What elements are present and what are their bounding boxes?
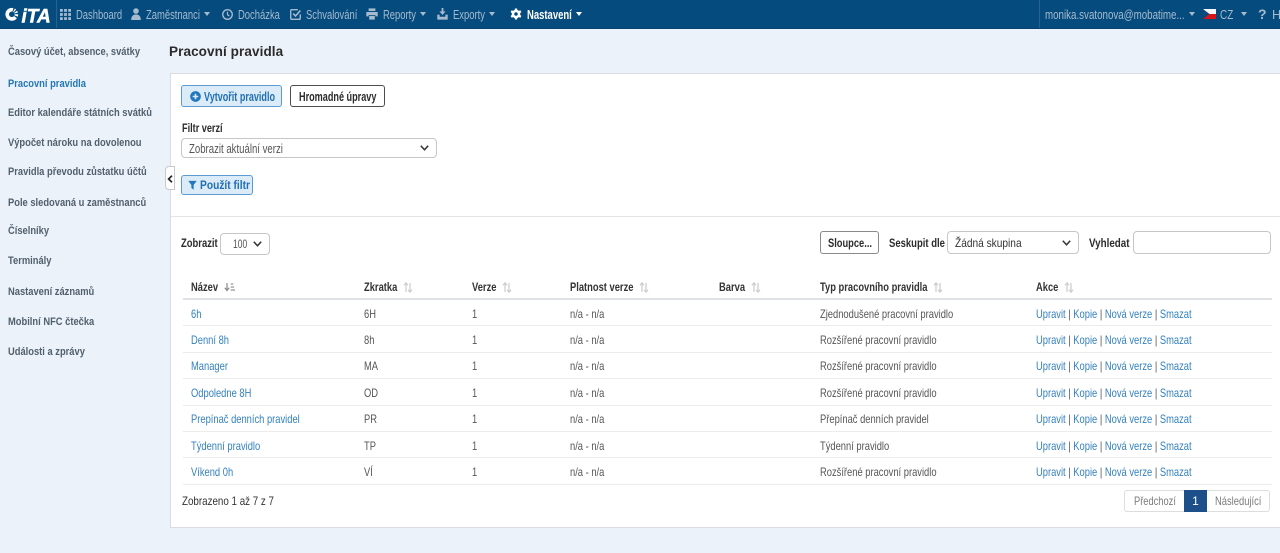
svg-text:iTA: iTA — [22, 7, 51, 28]
